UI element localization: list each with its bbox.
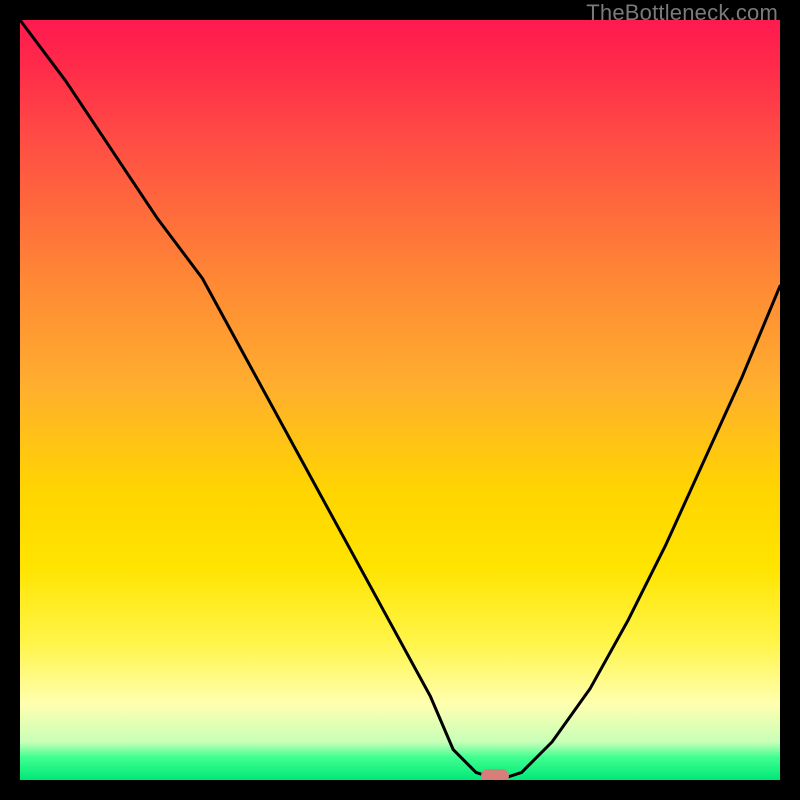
- bottleneck-curve: [20, 20, 780, 780]
- plot-area: [20, 20, 780, 780]
- optimum-marker: [481, 769, 509, 780]
- curve-svg: [20, 20, 780, 780]
- chart-frame: TheBottleneck.com: [0, 0, 800, 800]
